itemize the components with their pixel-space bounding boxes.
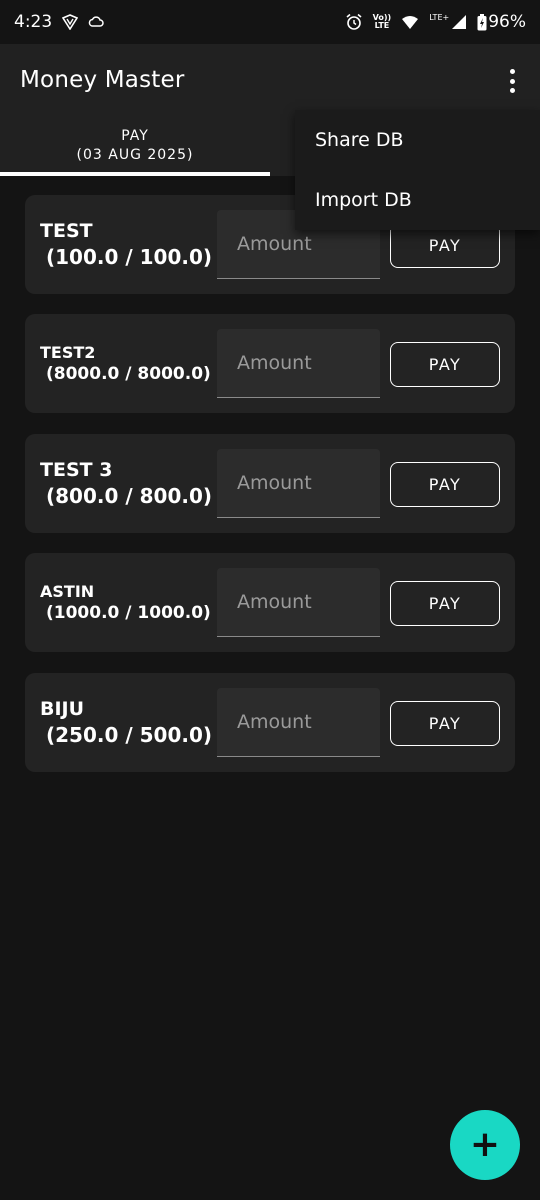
battery-group: 96% (477, 12, 526, 32)
list-item: ASTIN (1000.0 / 1000.0) PAY (25, 553, 515, 652)
item-name: BIJU (40, 697, 85, 720)
status-bar: 4:23 Vo)) LTE LTE+ 96% (0, 0, 540, 44)
plus-icon: + (469, 1124, 501, 1165)
item-amount: (100.0 / 100.0) (46, 244, 213, 269)
amount-input[interactable] (217, 688, 380, 757)
add-button[interactable]: + (450, 1110, 520, 1180)
menu-item-share-db[interactable]: Share DB (295, 110, 540, 170)
battery-level: 96% (488, 12, 526, 32)
alarm-icon (345, 13, 363, 31)
signal-label: LTE+ (429, 13, 450, 22)
volte-label-bottom: LTE (374, 21, 390, 30)
item-amount: (1000.0 / 1000.0) (46, 602, 211, 623)
amount-input[interactable] (217, 568, 380, 637)
more-dot (509, 69, 515, 74)
wifi-icon (401, 15, 419, 30)
item-amount: (800.0 / 800.0) (46, 483, 213, 508)
item-name: TEST (40, 219, 93, 242)
volte-indicator: Vo)) LTE (373, 14, 392, 30)
pay-button[interactable]: PAY (390, 581, 500, 626)
cell-signal-icon (451, 14, 467, 30)
list-item: TEST 3 (800.0 / 800.0) PAY (25, 434, 515, 533)
item-label: TEST (100.0 / 100.0) (40, 195, 220, 294)
list-item: TEST2 (8000.0 / 8000.0) PAY (25, 314, 515, 413)
pay-button[interactable]: PAY (390, 342, 500, 387)
status-bar-left: 4:23 (14, 12, 104, 32)
more-dot (509, 78, 515, 84)
item-label: ASTIN (1000.0 / 1000.0) (40, 553, 220, 652)
item-label: BIJU (250.0 / 500.0) (40, 673, 220, 772)
pay-button[interactable]: PAY (390, 701, 500, 746)
item-label: TEST 3 (800.0 / 800.0) (40, 434, 220, 533)
status-time: 4:23 (14, 12, 53, 32)
more-dot (509, 88, 515, 93)
more-options-icon[interactable] (502, 66, 522, 96)
item-amount: (250.0 / 500.0) (46, 722, 213, 747)
vpn-shield-icon (62, 14, 79, 30)
item-name: TEST2 (40, 342, 96, 362)
status-bar-right: Vo)) LTE LTE+ 96% (345, 12, 526, 32)
list-item: BIJU (250.0 / 500.0) PAY (25, 673, 515, 772)
app-title: Money Master (20, 67, 185, 93)
overflow-menu: Share DB Import DB (295, 110, 540, 230)
item-label: TEST2 (8000.0 / 8000.0) (40, 314, 220, 413)
cloud-icon (88, 15, 104, 29)
menu-item-import-db[interactable]: Import DB (295, 170, 540, 230)
tab-pay[interactable]: PAY (03 AUG 2025) (0, 116, 270, 176)
item-amount: (8000.0 / 8000.0) (46, 363, 211, 384)
pay-button[interactable]: PAY (390, 462, 500, 507)
item-name: TEST 3 (40, 458, 113, 481)
tab-indicator (0, 172, 270, 176)
app-bar: Money Master (0, 44, 540, 116)
signal-group: LTE+ (429, 14, 467, 30)
tab-pay-date: (03 AUG 2025) (76, 147, 194, 163)
amount-input[interactable] (217, 449, 380, 518)
tab-pay-label: PAY (121, 128, 149, 144)
item-name: ASTIN (40, 581, 95, 601)
battery-charging-icon (477, 13, 487, 31)
amount-input[interactable] (217, 329, 380, 398)
